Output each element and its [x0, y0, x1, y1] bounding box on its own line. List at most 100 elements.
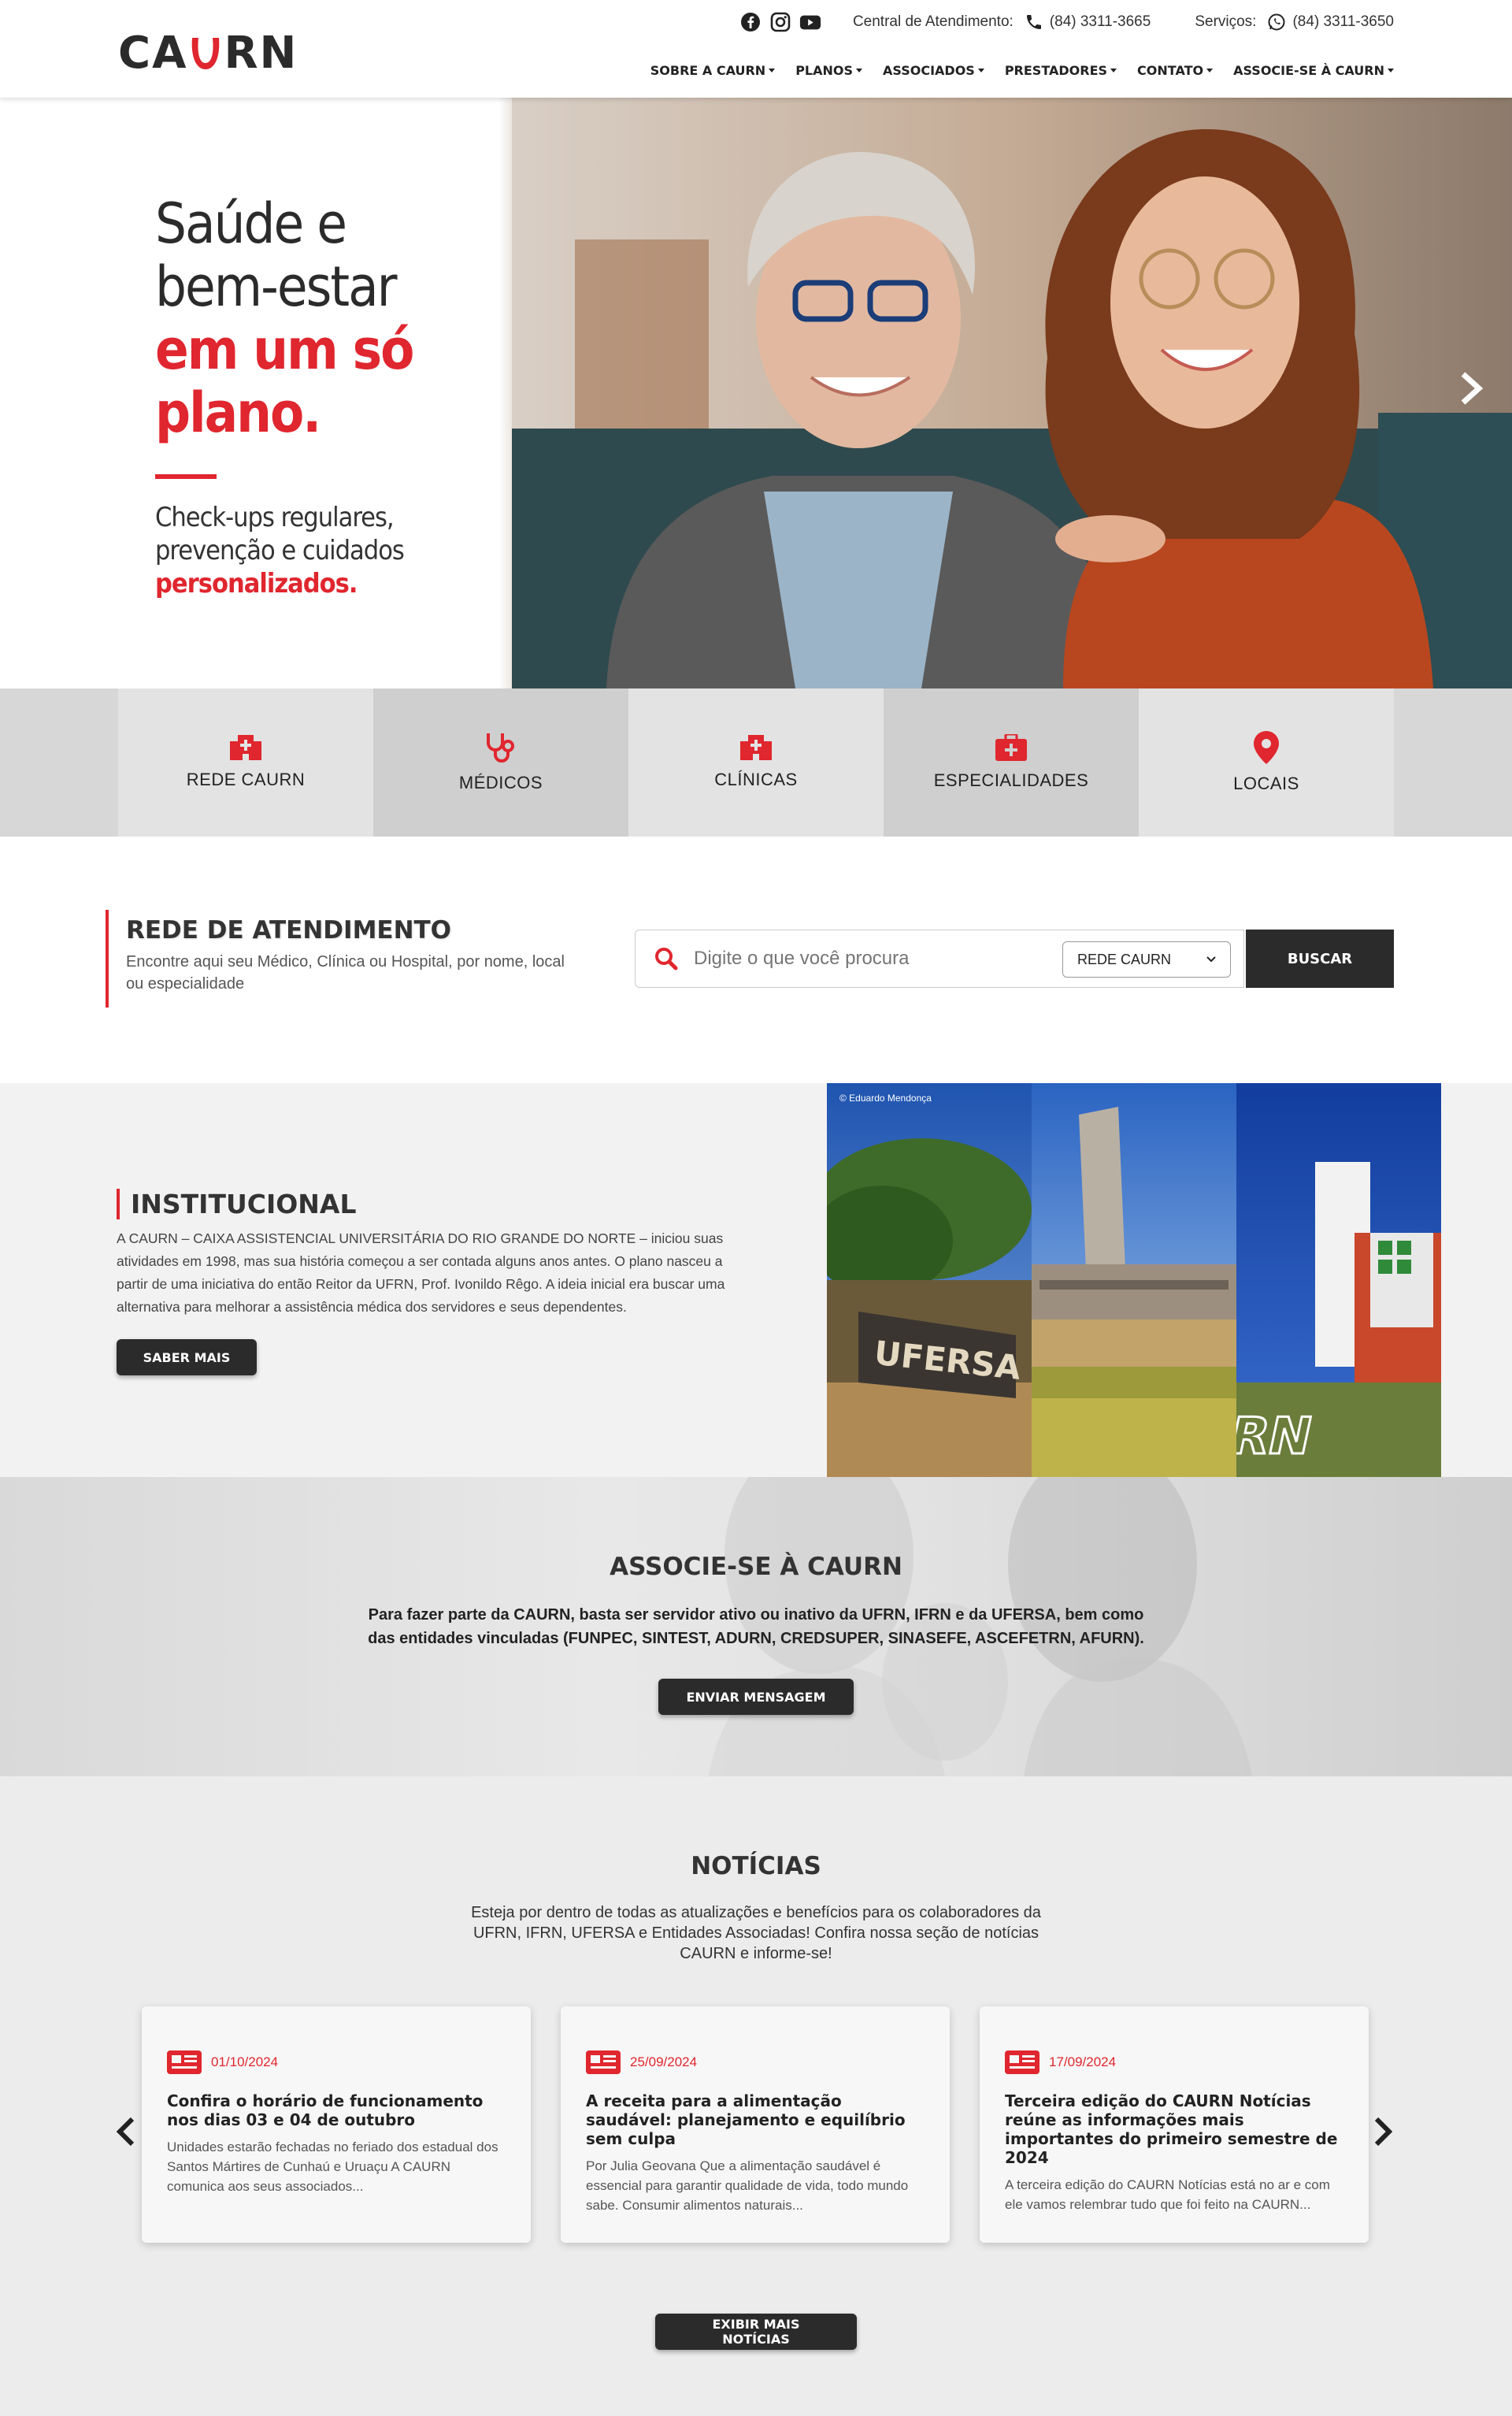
- news-card[interactable]: 17/09/2024 Terceira edição do CAURN Notí…: [980, 2006, 1369, 2243]
- news-date: 25/09/2024: [630, 2054, 698, 2069]
- chevron-right-icon[interactable]: [1373, 2110, 1394, 2158]
- search-input[interactable]: [694, 948, 1056, 970]
- tile-label: REDE CAURN: [186, 770, 306, 789]
- hero-sub-1: Check-ups regulares,: [155, 502, 395, 533]
- news-excerpt: Por Julia Geovana Que a alimentação saud…: [586, 2158, 909, 2213]
- ufersa-photo: UFERSA © Eduardo Mendonça: [827, 1083, 1032, 1477]
- noticias-section: NOTÍCIAS Esteja por dentro de todas as a…: [0, 1776, 1512, 2416]
- news-title[interactable]: Terceira edição do CAURN Notícias reúne …: [1005, 2091, 1343, 2167]
- tile-especialidades[interactable]: ESPECIALIDADES: [884, 688, 1139, 837]
- tile-medicos[interactable]: MÉDICOS: [373, 688, 628, 837]
- news-carousel: 01/10/2024 Confira o horário de funciona…: [142, 2006, 1369, 2243]
- caurn-logo[interactable]: CA RN: [118, 32, 298, 76]
- rede-title-block: REDE DE ATENDIMENTO Encontre aqui seu Mé…: [106, 910, 567, 1008]
- exibir-mais-noticias-button[interactable]: EXIBIR MAIS NOTÍCIAS: [655, 2314, 857, 2350]
- tile-rede-caurn[interactable]: REDE CAURN: [118, 688, 373, 837]
- institucional-section: INSTITUCIONAL A CAURN – CAIXA ASSISTENCI…: [0, 1083, 1512, 1477]
- hero-photo: [512, 98, 1512, 688]
- hospital-icon: [230, 735, 261, 760]
- saber-mais-button[interactable]: SABER MAIS: [117, 1339, 257, 1375]
- rede-atendimento-section: REDE DE ATENDIMENTO Encontre aqui seu Mé…: [0, 837, 1512, 1083]
- hero-headline: Saúde e bem-estar em um só plano. Check-…: [155, 191, 414, 600]
- newspaper-icon: [167, 2050, 202, 2074]
- tile-clinicas[interactable]: CLÍNICAS: [628, 688, 884, 837]
- nav-label: ASSOCIADOS: [883, 63, 975, 78]
- nav-planos[interactable]: PLANOS: [795, 63, 863, 78]
- caret-down-icon: [769, 69, 776, 72]
- news-card[interactable]: 01/10/2024 Confira o horário de funciona…: [142, 2006, 531, 2243]
- news-card[interactable]: 25/09/2024 A receita para a alimentação …: [561, 2006, 950, 2243]
- map-pin-icon: [1254, 731, 1279, 764]
- nav-label: ASSOCIE-SE À CAURN: [1233, 63, 1384, 78]
- facebook-icon[interactable]: [739, 11, 762, 33]
- associe-title: ASSOCIE-SE À CAURN: [610, 1553, 902, 1581]
- rede-title: REDE DE ATENDIMENTO: [126, 916, 452, 945]
- site-header: CA RN Central de Atendimento: (84) 3311-…: [0, 0, 1512, 98]
- hero-sub-3: personalizados.: [155, 568, 358, 599]
- associe-se-section: ASSOCIE-SE À CAURN Para fazer parte da C…: [0, 1477, 1512, 1776]
- chevron-down-icon: [1206, 956, 1216, 963]
- news-date: 01/10/2024: [211, 2054, 279, 2069]
- hero-banner: Saúde e bem-estar em um só plano. Check-…: [0, 98, 1512, 688]
- whatsapp-icon: [1268, 13, 1285, 31]
- ifrn-photo: IFRN: [1236, 1083, 1441, 1477]
- campus-photos: UFERSA © Eduardo Mendonça IFRN: [827, 1083, 1441, 1477]
- caret-down-icon: [1110, 69, 1117, 72]
- rede-description: Encontre aqui seu Médico, Clínica ou Hos…: [126, 953, 565, 993]
- hero-line-1: Saúde e: [155, 191, 347, 256]
- stethoscope-icon: [487, 733, 514, 763]
- nav-label: PLANOS: [795, 63, 854, 78]
- tile-locais[interactable]: LOCAIS: [1139, 688, 1394, 837]
- instagram-icon[interactable]: [769, 11, 791, 33]
- logo-u-mark: [189, 35, 222, 72]
- news-title[interactable]: Confira o horário de funcionamento nos d…: [167, 2091, 506, 2129]
- ufrn-photo: [1032, 1083, 1236, 1477]
- servicos-label: Serviços:: [1195, 13, 1257, 30]
- hero-line-3: em um só: [155, 317, 414, 382]
- ifrn-sign: IFRN: [1236, 1408, 1317, 1466]
- hero-divider: [155, 474, 217, 479]
- medkit-icon: [995, 734, 1027, 761]
- noticias-intro: Esteja por dentro de todas as atualizaçõ…: [471, 1904, 1041, 1962]
- news-excerpt: A terceira edição do CAURN Notícias está…: [1005, 2177, 1330, 2212]
- search-category-select[interactable]: REDE CAURN: [1062, 941, 1231, 978]
- news-date: 17/09/2024: [1049, 2054, 1117, 2069]
- hospital-icon: [740, 735, 772, 760]
- nav-label: SOBRE A CAURN: [650, 63, 766, 78]
- search-button[interactable]: BUSCAR: [1246, 930, 1394, 988]
- main-nav: SOBRE A CAURN PLANOS ASSOCIADOS PRESTADO…: [650, 63, 1394, 78]
- hero-sub-2: prevenção e cuidados: [155, 535, 405, 566]
- nav-associados[interactable]: ASSOCIADOS: [883, 63, 984, 78]
- nav-label: CONTATO: [1137, 63, 1204, 78]
- youtube-icon[interactable]: [799, 11, 821, 33]
- select-value: REDE CAURN: [1077, 951, 1172, 967]
- nav-sobre[interactable]: SOBRE A CAURN: [650, 63, 776, 78]
- hero-line-2: bem-estar: [155, 254, 398, 319]
- chevron-left-icon[interactable]: [115, 2110, 135, 2158]
- institucional-text: A CAURN – CAIXA ASSISTENCIAL UNIVERSITÁR…: [117, 1230, 725, 1315]
- nav-associe-se[interactable]: ASSOCIE-SE À CAURN: [1233, 63, 1394, 78]
- caret-down-icon: [977, 69, 984, 72]
- associe-text: Para fazer parte da CAURN, basta ser ser…: [368, 1606, 1144, 1647]
- news-excerpt: Unidades estarão fechadas no feriado dos…: [167, 2140, 498, 2194]
- servicos-phone-link[interactable]: (84) 3311-3650: [1267, 13, 1394, 32]
- newspaper-icon: [1005, 2050, 1040, 2074]
- enviar-mensagem-button[interactable]: ENVIAR MENSAGEM: [658, 1679, 854, 1715]
- nav-label: PRESTADORES: [1004, 63, 1108, 78]
- search-icon: [655, 948, 678, 970]
- quick-access-tiles: REDE CAURN MÉDICOS CLÍNICAS ESPECIALIDAD…: [0, 688, 1512, 837]
- caret-down-icon: [856, 69, 863, 72]
- nav-prestadores[interactable]: PRESTADORES: [1005, 63, 1117, 78]
- news-title[interactable]: A receita para a alimentação saudável: p…: [586, 2091, 925, 2148]
- nav-contato[interactable]: CONTATO: [1137, 63, 1214, 78]
- servicos-phone: (84) 3311-3650: [1292, 13, 1394, 30]
- central-phone: (84) 3311-3665: [1049, 13, 1151, 30]
- newspaper-icon: [586, 2050, 621, 2074]
- search-box: REDE CAURN: [635, 930, 1244, 988]
- photo-credit: © Eduardo Mendonça: [839, 1093, 932, 1104]
- caret-down-icon: [1388, 69, 1394, 72]
- institucional-text-block: INSTITUCIONAL A CAURN – CAIXA ASSISTENCI…: [117, 1189, 747, 1375]
- hero-line-4: plano.: [155, 380, 321, 445]
- central-phone-link[interactable]: (84) 3311-3665: [1025, 13, 1151, 32]
- chevron-right-icon[interactable]: [1458, 369, 1484, 415]
